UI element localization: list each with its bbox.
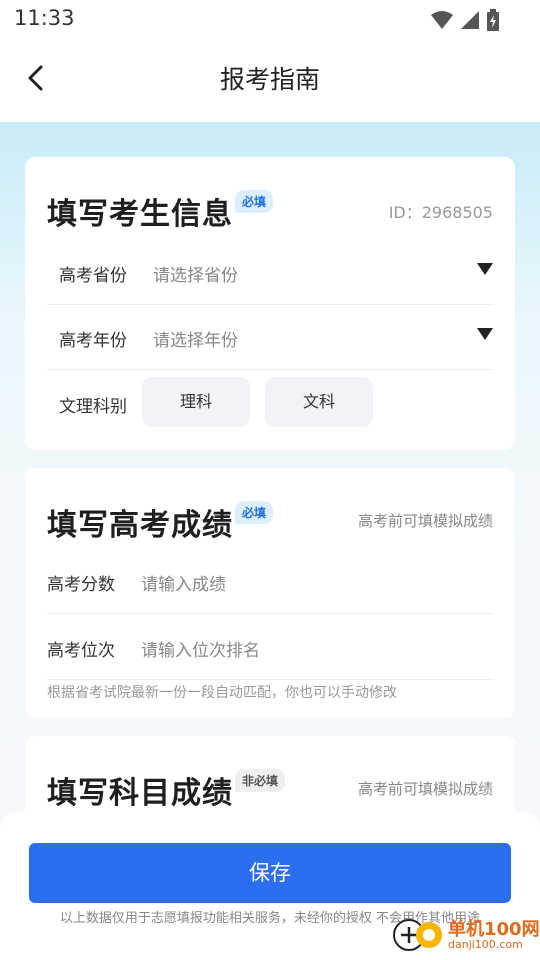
card-title: 填写考生信息: [47, 197, 233, 232]
province-label: 高考省份: [59, 266, 127, 286]
watermark-name: 单机100网: [448, 918, 540, 940]
optional-badge: 非必填: [235, 769, 286, 792]
card-hint: 高考前可填模拟成绩: [357, 780, 493, 798]
province-placeholder: 请选择省份: [153, 266, 238, 286]
score-input-row[interactable]: 高考分数 请输入成绩: [47, 548, 493, 614]
watermark-logo: 单机100网 danji100.com: [392, 918, 540, 952]
dropdown-arrow-icon: [477, 328, 493, 340]
watermark-plus-icon: [393, 919, 442, 951]
page-title: 报考指南: [219, 65, 320, 94]
rank-label: 高考位次: [47, 641, 115, 661]
save-button[interactable]: 保存: [29, 843, 511, 903]
required-badge: 必填: [235, 190, 274, 213]
card-hint: 高考前可填模拟成绩: [357, 512, 493, 530]
required-badge: 必填: [235, 501, 274, 524]
stream-label: 文理科别: [59, 397, 127, 417]
candidate-info-card: 填写考生信息 必填 ID：2968505 高考省份 请选择省份 高考年份 请选择…: [25, 157, 515, 450]
year-label: 高考年份: [59, 331, 127, 351]
rank-input-row[interactable]: 高考位次 请输入位次排名: [47, 614, 493, 680]
dropdown-arrow-icon: [477, 263, 493, 275]
card-title: 填写科目成绩: [47, 776, 233, 811]
science-option-button[interactable]: 理科: [142, 377, 250, 427]
status-icons: [430, 9, 500, 31]
rank-input[interactable]: 请输入位次排名: [141, 636, 260, 661]
province-select[interactable]: 高考省份 请选择省份: [47, 239, 493, 305]
watermark-text: 单机100网 danji100.com: [448, 918, 540, 951]
signal-icon: [461, 11, 479, 29]
card-title: 填写高考成绩: [47, 508, 233, 543]
battery-icon: [487, 9, 499, 31]
watermark-url: danji100.com: [448, 937, 523, 951]
score-info-card: 填写高考成绩 必填 高考前可填模拟成绩 高考分数 请输入成绩 高考位次 请输入位…: [25, 468, 515, 718]
status-time: 11:33: [14, 6, 75, 30]
year-select[interactable]: 高考年份 请选择年份: [47, 304, 493, 370]
arts-option-button[interactable]: 文科: [265, 377, 373, 427]
score-label: 高考分数: [47, 575, 115, 595]
status-bar: 11:33: [0, 0, 540, 38]
year-placeholder: 请选择年份: [153, 331, 238, 351]
app-bar: 报考指南: [0, 38, 540, 122]
score-input[interactable]: 请输入成绩: [141, 570, 226, 595]
wifi-icon: [431, 11, 453, 29]
candidate-id: ID：2968505: [388, 203, 493, 222]
auto-match-note: 根据省考试院最新一份一段自动匹配，你也可以手动修改: [47, 685, 397, 701]
